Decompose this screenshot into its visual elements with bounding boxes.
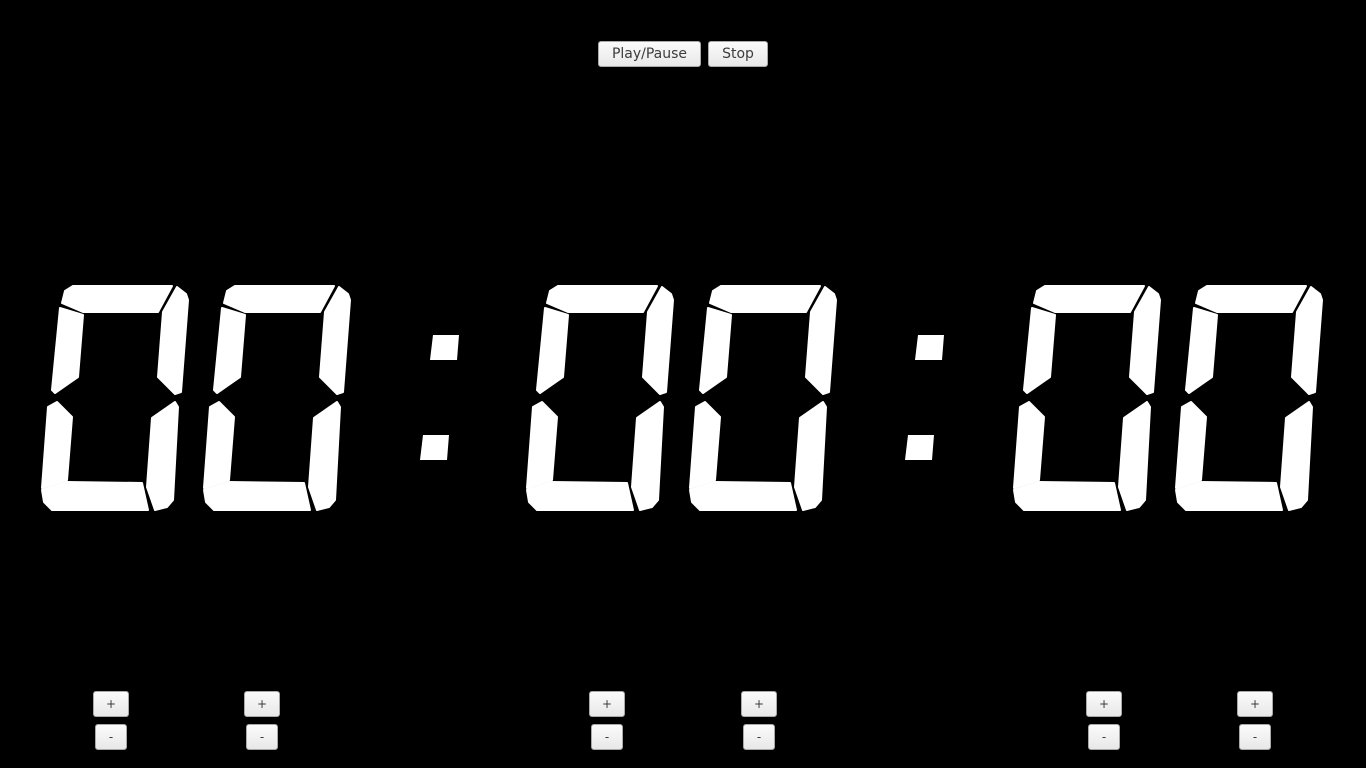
decrement-hours-ones-button[interactable]: - [246,724,278,750]
increment-minutes-ones-button[interactable]: + [741,691,777,717]
segment-a [1033,285,1145,313]
decrement-seconds-ones-button[interactable]: - [1239,724,1271,750]
segment-d [1013,481,1121,511]
segment-e [41,401,73,489]
segment-e [203,401,235,489]
segment-c [1280,401,1313,511]
segment-f [699,307,732,394]
segment-a [1195,285,1307,313]
segment-d [41,481,149,511]
segment-c [146,401,179,511]
stop-button[interactable]: Stop [708,41,768,67]
segment-d [203,481,311,511]
digit-minutes-ones [689,285,837,511]
decrement-minutes-ones-button[interactable]: - [743,724,775,750]
segment-e [1175,401,1207,489]
colon-dot-bottom [420,435,449,460]
digit-hours-tens [41,285,189,511]
segment-a [223,285,335,313]
colon-separator [905,335,944,460]
segment-f [213,307,246,394]
segment-d [526,481,634,511]
segment-f [1185,307,1218,394]
colon-separator [420,335,459,460]
segment-e [1013,401,1045,489]
segment-c [631,401,664,511]
increment-hours-tens-button[interactable]: + [93,691,129,717]
colon-dot-top [915,335,944,360]
increment-seconds-tens-button[interactable]: + [1086,691,1122,717]
segment-a [61,285,173,313]
segment-e [526,401,558,489]
colon-dot-top [430,335,459,360]
increment-hours-ones-button[interactable]: + [244,691,280,717]
decrement-seconds-tens-button[interactable]: - [1088,724,1120,750]
segment-c [794,401,827,511]
segment-f [51,307,84,394]
digit-minutes-tens [526,285,674,511]
decrement-minutes-tens-button[interactable]: - [591,724,623,750]
colon-dot-bottom [905,435,934,460]
segment-f [536,307,569,394]
increment-minutes-tens-button[interactable]: + [589,691,625,717]
segment-d [1175,481,1283,511]
digit-seconds-ones [1175,285,1323,511]
digit-seconds-tens [1013,285,1161,511]
segment-d [689,481,797,511]
segment-f [1023,307,1056,394]
increment-seconds-ones-button[interactable]: + [1237,691,1273,717]
segment-c [1118,401,1151,511]
segment-a [546,285,658,313]
segment-e [689,401,721,489]
segment-c [308,401,341,511]
digit-hours-ones [203,285,351,511]
segment-a [709,285,821,313]
play-pause-button[interactable]: Play/Pause [598,41,701,67]
decrement-hours-tens-button[interactable]: - [95,724,127,750]
